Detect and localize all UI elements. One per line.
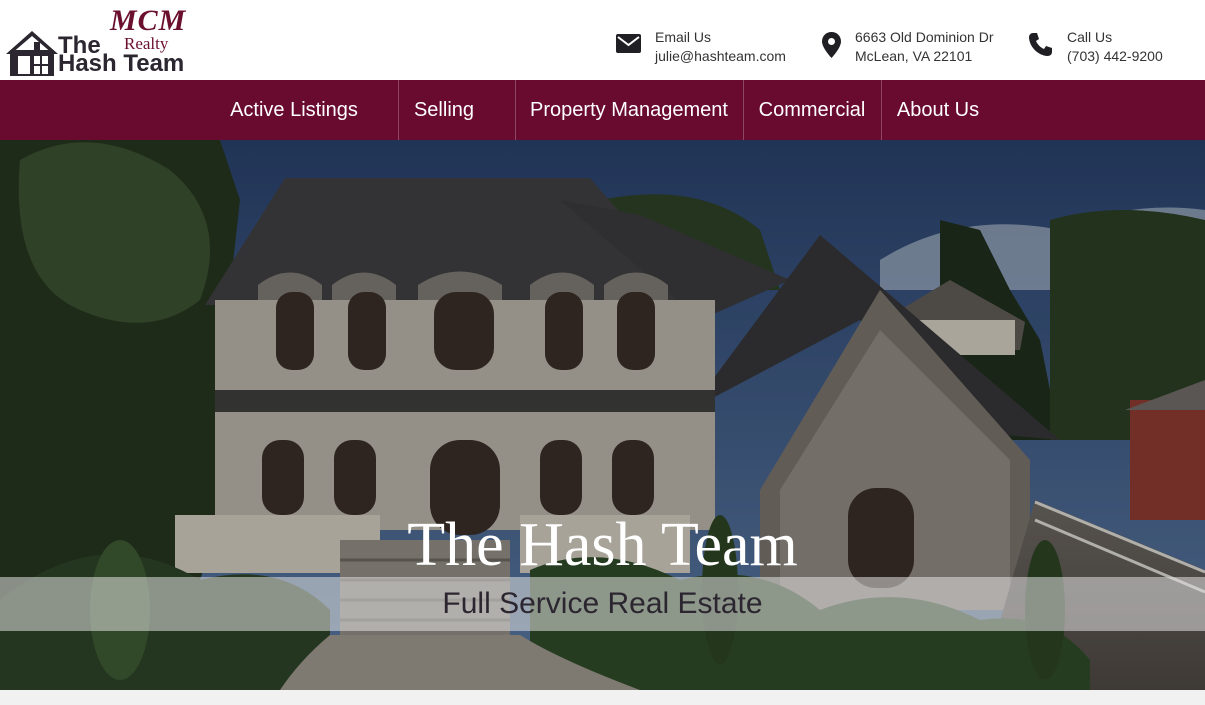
hero-title: The Hash Team (407, 511, 798, 579)
phone-icon (1029, 33, 1052, 56)
nav-item-about-us[interactable]: About Us (881, 80, 995, 140)
envelope-icon (616, 34, 641, 53)
site-logo[interactable]: MCM Realty The Hash Team (4, 4, 218, 78)
hero-banner: The Hash Team Full Service Real Estate (0, 140, 1205, 690)
nav-item-selling[interactable]: Selling (398, 80, 490, 140)
logo-hash-team-text: Hash Team (58, 50, 185, 77)
contact-email-address[interactable]: julie@hashteam.com (655, 47, 786, 66)
house-logo-icon (6, 31, 58, 76)
contact-address-line1: 6663 Old Dominion Dr (855, 29, 994, 45)
hero-subtitle: Full Service Real Estate (442, 587, 763, 620)
main-navigation: Active Listings Selling Property Managem… (0, 80, 1205, 140)
contact-email-title: Email Us (655, 29, 712, 45)
contact-phone-title: Call Us (1067, 29, 1113, 45)
nav-item-commercial[interactable]: Commercial (743, 80, 881, 140)
contact-address-line2: McLean, VA 22101 (855, 48, 973, 64)
site-header: MCM Realty The Hash Team Email Us julie@… (0, 0, 1205, 80)
contact-phone-number[interactable]: (703) 442-9200 (1067, 47, 1163, 66)
nav-item-property-management[interactable]: Property Management (515, 80, 743, 140)
nav-item-active-listings[interactable]: Active Listings (216, 80, 372, 140)
page-bottom-strip (0, 690, 1205, 705)
map-pin-icon (822, 32, 841, 58)
logo-mcm-text: MCM (110, 4, 187, 37)
